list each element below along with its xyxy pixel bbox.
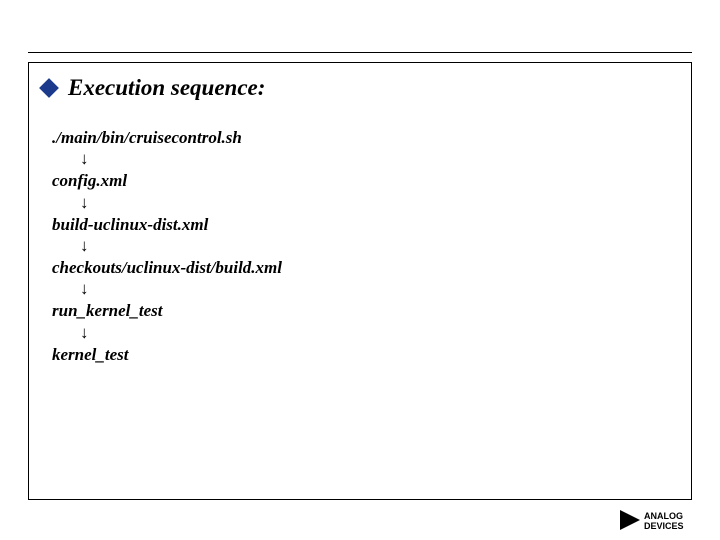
seq-step: checkouts/uclinux-dist/build.xml [52,258,282,278]
seq-step: run_kernel_test [52,301,282,321]
seq-step: ./main/bin/cruisecontrol.sh [52,128,282,148]
execution-sequence: ./main/bin/cruisecontrol.sh ↓ config.xml… [52,128,282,365]
seq-step: config.xml [52,171,282,191]
seq-step: kernel_test [52,345,282,365]
heading-row: Execution sequence: [42,75,265,101]
seq-step: build-uclinux-dist.xml [52,215,282,235]
logo-top-text: ANALOG [644,511,683,521]
logo-bottom-text: DEVICES [644,521,684,531]
slide: Execution sequence: ./main/bin/cruisecon… [0,0,720,540]
down-arrow-icon: ↓ [80,148,282,171]
down-arrow-icon: ↓ [80,192,282,215]
down-arrow-icon: ↓ [80,322,282,345]
down-arrow-icon: ↓ [80,235,282,258]
vendor-logo: ANALOG DEVICES [618,508,708,532]
heading-text: Execution sequence: [68,75,265,101]
top-divider [28,52,692,53]
bullet-diamond-icon [39,78,59,98]
down-arrow-icon: ↓ [80,278,282,301]
